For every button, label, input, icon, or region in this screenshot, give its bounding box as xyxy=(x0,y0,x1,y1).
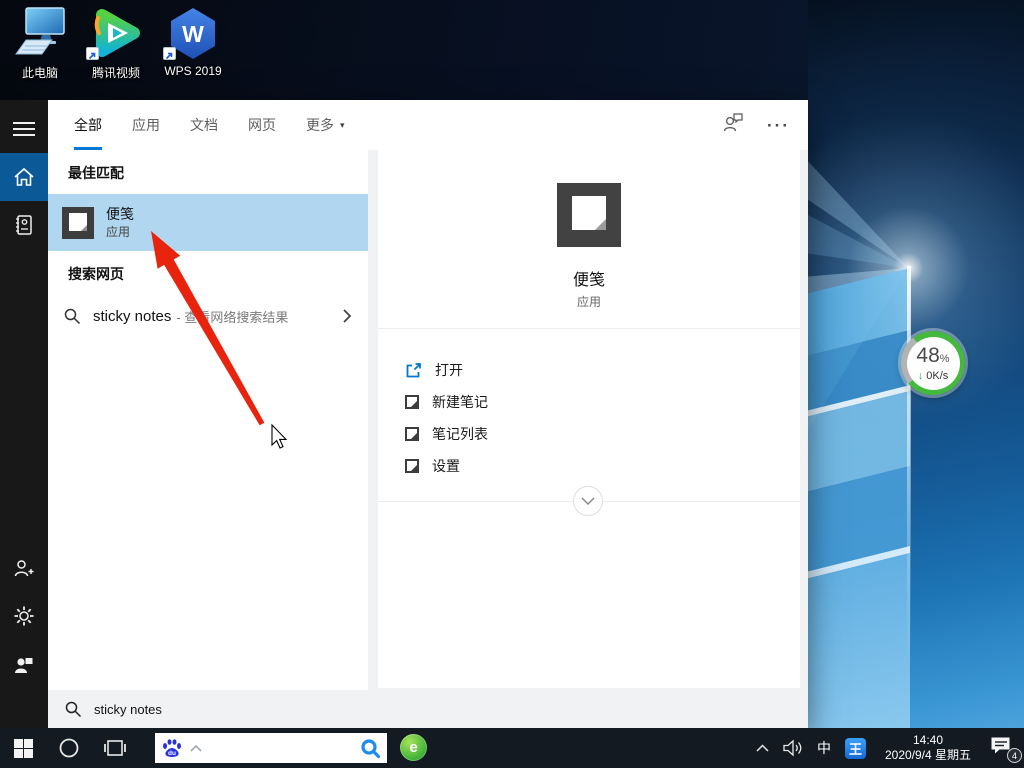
shortcut-arrow-icon xyxy=(86,47,99,60)
tab-more[interactable]: 更多 ▾ xyxy=(306,100,345,150)
clock-date: 2020/9/4 星期五 xyxy=(880,748,976,763)
chevron-right-icon[interactable] xyxy=(342,308,352,329)
gear-icon xyxy=(13,605,35,627)
sticky-notes-app-icon xyxy=(62,207,94,239)
preview-subtitle: 应用 xyxy=(378,293,800,310)
hamburger-menu-button[interactable] xyxy=(0,105,48,153)
search-input[interactable] xyxy=(94,702,394,717)
task-view-icon xyxy=(104,738,126,758)
best-match-header: 最佳匹配 xyxy=(48,150,368,189)
add-account-icon xyxy=(13,558,35,578)
taskbar: du e 中 王 14:40 2020/9/4 星期五 4 xyxy=(0,728,1024,768)
sidebar-account-button[interactable] xyxy=(0,544,48,592)
action-settings[interactable]: 设置 xyxy=(378,450,800,482)
tab-documents[interactable]: 文档 xyxy=(190,100,218,150)
tab-apps[interactable]: 应用 xyxy=(132,100,160,150)
desktop-icon-wps[interactable]: W WPS 2019 xyxy=(155,6,231,78)
notification-badge: 4 xyxy=(1007,748,1022,763)
results-column: 最佳匹配 便笺 应用 搜索网页 sticky notes - 查看网络搜索结果 xyxy=(48,150,368,690)
feedback-account-icon[interactable] xyxy=(721,112,745,138)
sidebar-journal-button[interactable] xyxy=(0,201,48,249)
expand-button[interactable] xyxy=(573,486,603,516)
percent-sign: % xyxy=(940,353,950,365)
taskbar-clock[interactable]: 14:40 2020/9/4 星期五 xyxy=(880,733,976,763)
web-query-suffix: - 查看网络搜索结果 xyxy=(176,307,288,326)
desktop-icon-label: 腾讯视频 xyxy=(78,64,154,81)
download-arrow-icon: ↓ xyxy=(918,370,924,382)
chevron-down-icon: ▾ xyxy=(340,120,345,131)
open-external-icon xyxy=(405,362,422,379)
action-open[interactable]: 打开 xyxy=(378,354,800,386)
preview-pane: 便笺 应用 打开 新建笔记 笔记列表 xyxy=(378,150,800,688)
network-speed: 0K/s xyxy=(926,370,948,382)
search-sidebar xyxy=(0,100,48,728)
cpu-percent: 48 xyxy=(916,344,939,367)
cortana-button[interactable] xyxy=(46,728,92,768)
result-subtitle: 应用 xyxy=(106,224,134,240)
best-match-result[interactable]: 便笺 应用 xyxy=(48,194,368,251)
clock-time: 14:40 xyxy=(880,733,976,748)
more-options-icon[interactable]: ··· xyxy=(767,117,790,134)
chevron-up-icon[interactable] xyxy=(190,745,202,752)
shortcut-arrow-icon xyxy=(163,47,176,60)
sogou-ime-icon[interactable]: 王 xyxy=(845,738,866,759)
task-view-button[interactable] xyxy=(92,728,138,768)
svg-text:W: W xyxy=(182,21,204,47)
taskbar-baidu-search-box[interactable]: du xyxy=(155,733,387,763)
baidu-logo-icon: du xyxy=(161,738,183,758)
window-pane-edge xyxy=(907,266,911,666)
svg-text:du: du xyxy=(168,750,176,757)
search-icon xyxy=(65,701,82,718)
tencent-video-icon xyxy=(78,6,154,60)
start-button[interactable] xyxy=(0,728,46,768)
browser-e-glyph: e xyxy=(409,739,417,756)
action-new-note[interactable]: 新建笔记 xyxy=(378,386,800,418)
desktop-icon-label: 此电脑 xyxy=(2,64,78,81)
home-icon xyxy=(13,167,35,187)
feedback-person-icon xyxy=(13,654,35,674)
windows-logo-icon xyxy=(14,739,33,758)
this-pc-icon xyxy=(2,6,78,60)
action-center-button[interactable]: 4 xyxy=(990,736,1016,760)
ime-indicator[interactable]: 中 xyxy=(817,738,831,758)
tab-all[interactable]: 全部 xyxy=(74,100,102,150)
tab-web[interactable]: 网页 xyxy=(248,100,276,150)
wps-icon: W xyxy=(155,6,231,60)
speed-ball-widget[interactable]: 48% ↓ 0K/s xyxy=(901,331,965,395)
search-panel: 全部 应用 文档 网页 更多 ▾ ··· 最佳匹配 便笺 应用 xyxy=(48,100,808,728)
desktop-icon-tencent-video[interactable]: 腾讯视频 xyxy=(78,6,154,81)
search-icon xyxy=(64,308,81,325)
search-web-header: 搜索网页 xyxy=(48,251,368,290)
sidebar-home-button[interactable] xyxy=(0,153,48,201)
sticky-notes-app-icon-large xyxy=(557,183,621,247)
sidebar-feedback-button[interactable] xyxy=(0,640,48,688)
tray-chevron-up-icon[interactable] xyxy=(756,744,769,752)
search-box-row xyxy=(48,690,808,728)
divider xyxy=(378,328,800,329)
web-query-text: sticky notes xyxy=(93,308,171,325)
action-notes-list[interactable]: 笔记列表 xyxy=(378,418,800,450)
desktop-icon-label: WPS 2019 xyxy=(155,64,231,78)
note-icon xyxy=(405,427,419,441)
baidu-search-button-icon[interactable] xyxy=(360,738,381,759)
sidebar-settings-button[interactable] xyxy=(0,592,48,640)
cortana-circle-icon xyxy=(58,737,80,759)
volume-icon[interactable] xyxy=(783,739,803,757)
result-title: 便笺 xyxy=(106,205,134,224)
note-icon xyxy=(405,395,419,409)
search-tabs: 全部 应用 文档 网页 更多 ▾ xyxy=(48,100,808,150)
journal-icon xyxy=(14,214,34,236)
search-flyout: 全部 应用 文档 网页 更多 ▾ ··· 最佳匹配 便笺 应用 xyxy=(0,100,808,728)
web-search-result[interactable]: sticky notes - 查看网络搜索结果 xyxy=(48,298,368,334)
preview-title: 便笺 xyxy=(378,266,800,290)
chevron-down-icon xyxy=(581,497,595,506)
note-icon xyxy=(405,459,419,473)
desktop-icon-this-pc[interactable]: 此电脑 xyxy=(2,6,78,81)
taskbar-browser-button[interactable]: e xyxy=(400,734,427,761)
